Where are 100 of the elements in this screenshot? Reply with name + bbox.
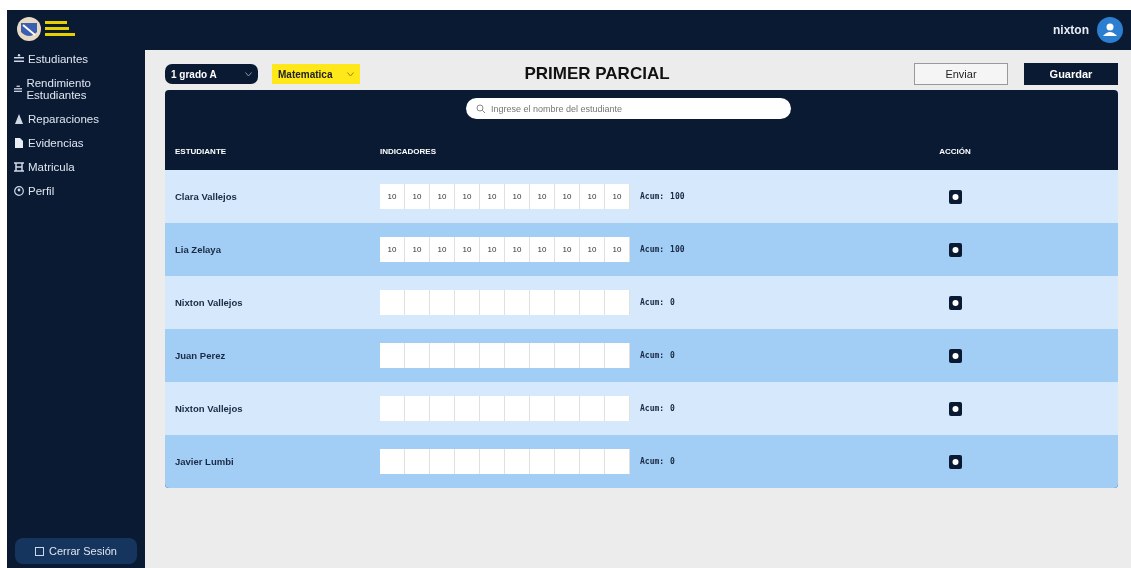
score-input[interactable]: 10 xyxy=(505,237,530,262)
score-input[interactable]: 10 xyxy=(455,184,480,209)
save-button[interactable]: Guardar xyxy=(1024,63,1118,85)
action-icon[interactable] xyxy=(948,189,962,204)
score-input[interactable] xyxy=(555,396,580,421)
score-input[interactable] xyxy=(530,449,555,474)
user-name: nixton xyxy=(1053,23,1089,37)
score-input[interactable] xyxy=(555,343,580,368)
column-header: INDICADORES xyxy=(380,147,437,156)
sidebar-item[interactable]: Matricula xyxy=(14,158,134,177)
score-input[interactable] xyxy=(405,290,430,315)
score-input[interactable] xyxy=(380,449,405,474)
action-icon[interactable] xyxy=(948,295,962,310)
score-input[interactable]: 10 xyxy=(405,184,430,209)
score-input[interactable] xyxy=(380,343,405,368)
score-input[interactable]: 10 xyxy=(580,184,605,209)
student-name: Nixton Vallejos xyxy=(174,297,244,308)
sidebar-item[interactable]: Reparaciones xyxy=(14,110,134,129)
score-input[interactable] xyxy=(455,343,480,368)
total-label: Acum: xyxy=(640,351,665,360)
sidebar-item[interactable]: Perfil xyxy=(14,182,134,201)
score-input[interactable] xyxy=(455,449,480,474)
total-label: Acum: xyxy=(640,457,665,466)
score-input[interactable] xyxy=(555,449,580,474)
logout-icon xyxy=(35,546,45,556)
score-input[interactable] xyxy=(505,290,530,315)
score-input[interactable] xyxy=(405,343,430,368)
score-input[interactable] xyxy=(530,396,555,421)
score-input[interactable] xyxy=(505,449,530,474)
score-input[interactable]: 10 xyxy=(555,184,580,209)
score-input[interactable] xyxy=(430,449,455,474)
score-input[interactable] xyxy=(605,449,630,474)
score-input[interactable]: 10 xyxy=(530,184,555,209)
score-input[interactable] xyxy=(430,343,455,368)
subject-dropdown[interactable]: Matematica xyxy=(272,64,360,84)
score-input[interactable]: 10 xyxy=(605,237,630,262)
score-input[interactable] xyxy=(480,290,505,315)
score-input[interactable] xyxy=(405,396,430,421)
score-input[interactable] xyxy=(405,449,430,474)
score-input[interactable] xyxy=(505,343,530,368)
score-input[interactable]: 10 xyxy=(530,237,555,262)
column-header: ACCIÓN xyxy=(938,147,972,156)
sidebar-item[interactable]: Estudiantes xyxy=(14,50,134,69)
score-input[interactable] xyxy=(480,343,505,368)
score-input[interactable] xyxy=(580,396,605,421)
score-input[interactable] xyxy=(605,290,630,315)
total-label: Acum: xyxy=(640,245,665,254)
score-input[interactable]: 10 xyxy=(605,184,630,209)
sidebar-item[interactable]: Rendimiento Estudiantes xyxy=(14,74,134,105)
score-input[interactable]: 10 xyxy=(555,237,580,262)
score-input[interactable]: 10 xyxy=(430,184,455,209)
score-input[interactable] xyxy=(455,290,480,315)
score-input[interactable] xyxy=(580,449,605,474)
score-input[interactable] xyxy=(505,396,530,421)
student-name: Lia Zelaya xyxy=(174,244,222,255)
student-name: Juan Perez xyxy=(174,350,227,361)
search-field[interactable]: Ingrese el nombre del estudiante xyxy=(466,98,791,119)
total-value: 0 xyxy=(670,298,675,307)
score-input[interactable] xyxy=(580,290,605,315)
person-icon xyxy=(14,186,24,197)
score-input[interactable] xyxy=(380,396,405,421)
action-icon[interactable] xyxy=(948,348,962,363)
score-input[interactable] xyxy=(530,343,555,368)
score-input[interactable]: 10 xyxy=(480,184,505,209)
users-icon xyxy=(14,54,24,65)
score-input[interactable] xyxy=(530,290,555,315)
score-input[interactable] xyxy=(605,396,630,421)
chevron-icon xyxy=(245,71,252,77)
action-icon[interactable] xyxy=(948,242,962,257)
avatar-icon[interactable] xyxy=(1097,17,1123,43)
sidebar-item[interactable]: Evidencias xyxy=(14,134,134,153)
score-input[interactable]: 10 xyxy=(480,237,505,262)
score-input[interactable]: 10 xyxy=(380,237,405,262)
score-input[interactable] xyxy=(430,290,455,315)
score-input[interactable] xyxy=(480,449,505,474)
page-title: PRIMER PARCIAL xyxy=(523,64,671,84)
score-input[interactable]: 10 xyxy=(405,237,430,262)
score-input[interactable]: 10 xyxy=(505,184,530,209)
total-value: 0 xyxy=(670,404,675,413)
send-button[interactable]: Enviar xyxy=(914,63,1008,85)
logout-button[interactable]: Cerrar Sesión xyxy=(15,538,137,564)
score-input[interactable] xyxy=(480,396,505,421)
total-value: 0 xyxy=(670,457,675,466)
score-input[interactable] xyxy=(430,396,455,421)
student-name: Clara Vallejos xyxy=(174,191,238,202)
score-input[interactable] xyxy=(605,343,630,368)
score-input[interactable] xyxy=(580,343,605,368)
score-input[interactable] xyxy=(380,290,405,315)
student-name: Nixton Vallejos xyxy=(174,403,244,414)
column-header: ESTUDIANTE xyxy=(174,147,228,156)
score-input[interactable]: 10 xyxy=(380,184,405,209)
grade-dropdown[interactable]: 1 grado A xyxy=(165,64,258,84)
action-icon[interactable] xyxy=(948,401,962,416)
score-input[interactable]: 10 xyxy=(580,237,605,262)
score-input[interactable] xyxy=(555,290,580,315)
score-input[interactable]: 10 xyxy=(430,237,455,262)
total-label: Acum: xyxy=(640,298,665,307)
score-input[interactable]: 10 xyxy=(455,237,480,262)
score-input[interactable] xyxy=(455,396,480,421)
action-icon[interactable] xyxy=(948,454,962,469)
